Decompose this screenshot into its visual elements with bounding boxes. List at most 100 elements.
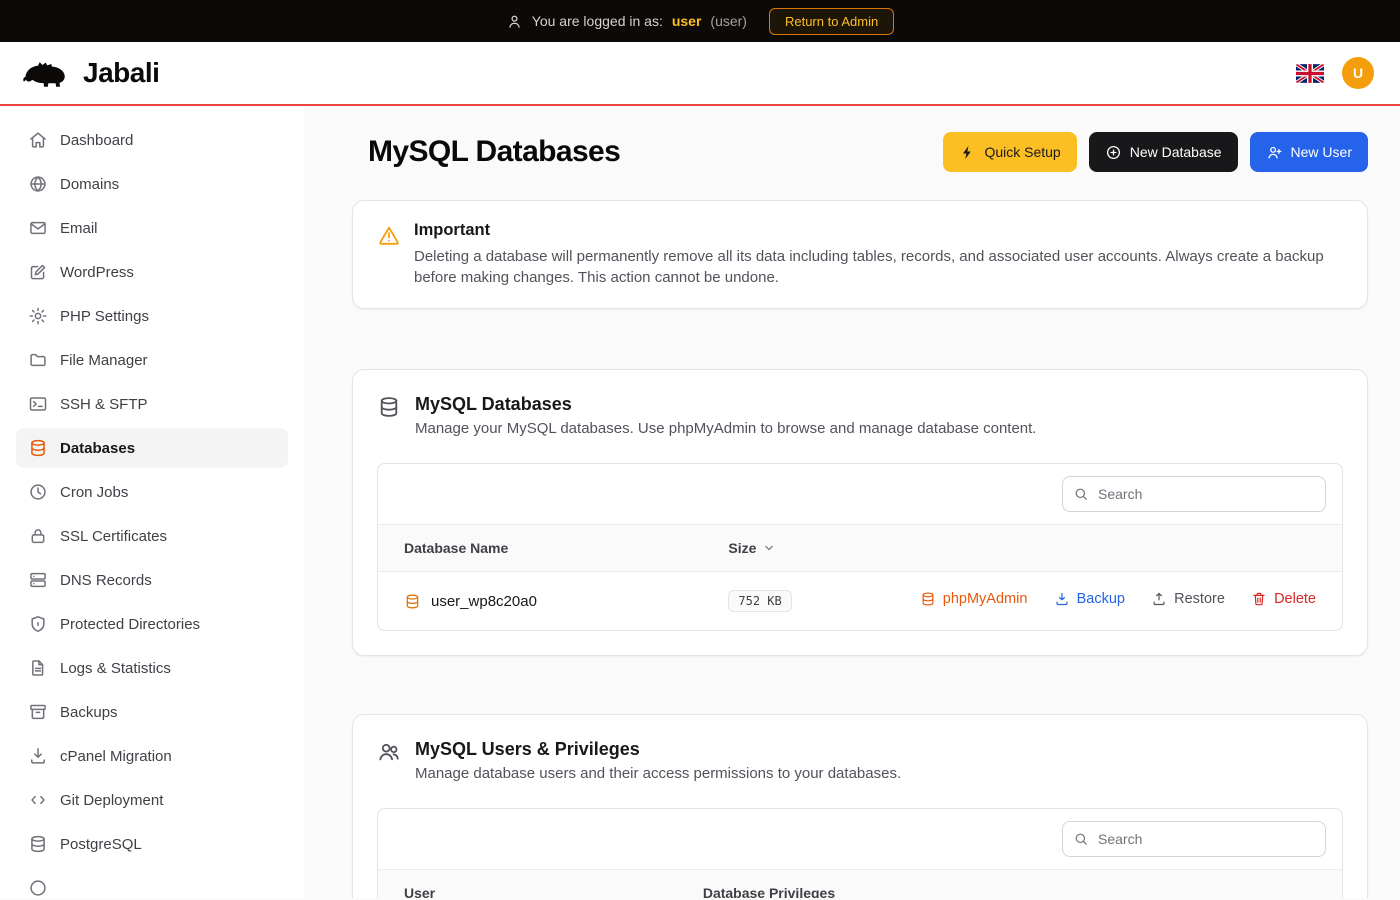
- folder-icon: [28, 350, 48, 370]
- page-title: MySQL Databases: [352, 135, 620, 169]
- impersonation-banner: You are logged in as: user (user) Return…: [0, 0, 1400, 42]
- language-flag-uk-icon[interactable]: [1296, 64, 1324, 83]
- sidebar-item-cron-jobs[interactable]: Cron Jobs: [16, 472, 288, 512]
- databases-section-subtitle: Manage your MySQL databases. Use phpMyAd…: [415, 420, 1036, 437]
- column-header-size[interactable]: Size: [702, 525, 871, 572]
- databases-card: MySQL Databases Manage your MySQL databa…: [352, 369, 1368, 656]
- database-icon: [377, 395, 401, 419]
- users-section-title: MySQL Users & Privileges: [415, 739, 901, 760]
- quick-setup-button[interactable]: Quick Setup: [943, 132, 1076, 172]
- sidebar-item-label: Dashboard: [60, 132, 133, 149]
- gear-icon: [28, 306, 48, 326]
- new-database-button[interactable]: New Database: [1089, 132, 1238, 172]
- banner-message: You are logged in as:: [532, 13, 663, 29]
- sidebar-item-label: cPanel Migration: [60, 748, 172, 765]
- sidebar-item-label: Git Deployment: [60, 792, 163, 809]
- sidebar: Dashboard Domains Email WordPress PHP Se…: [0, 106, 304, 898]
- delete-link[interactable]: Delete: [1251, 591, 1316, 607]
- sidebar-item-dns-records[interactable]: DNS Records: [16, 560, 288, 600]
- trash-icon: [1251, 591, 1267, 607]
- databases-section-title: MySQL Databases: [415, 394, 1036, 415]
- sidebar-item-ssl-certificates[interactable]: SSL Certificates: [16, 516, 288, 556]
- lightning-icon: [959, 144, 976, 161]
- download-icon: [28, 746, 48, 766]
- sidebar-item-databases[interactable]: Databases: [16, 428, 288, 468]
- users-card: MySQL Users & Privileges Manage database…: [352, 714, 1368, 898]
- column-header-database-name: Database Name: [378, 525, 702, 572]
- users-table-panel: User Database Privileges: [377, 808, 1343, 898]
- column-header-actions: [872, 525, 1342, 572]
- users-icon: [377, 740, 401, 764]
- database-icon: [28, 834, 48, 854]
- sidebar-item-email[interactable]: Email: [16, 208, 288, 248]
- phpmyadmin-link[interactable]: phpMyAdmin: [920, 591, 1028, 607]
- user-avatar[interactable]: U: [1342, 57, 1374, 89]
- users-section-subtitle: Manage database users and their access p…: [415, 765, 901, 782]
- document-icon: [28, 658, 48, 678]
- sidebar-item-protected-directories[interactable]: Protected Directories: [16, 604, 288, 644]
- circle-icon: [28, 878, 48, 898]
- sidebar-item-domains[interactable]: Domains: [16, 164, 288, 204]
- banner-role: (user): [710, 13, 747, 29]
- sidebar-item-cpanel-migration[interactable]: cPanel Migration: [16, 736, 288, 776]
- sidebar-item-label: PHP Settings: [60, 308, 149, 325]
- warning-body: Deleting a database will permanently rem…: [414, 247, 1343, 288]
- sidebar-item-wordpress[interactable]: WordPress: [16, 252, 288, 292]
- main-content: MySQL Databases Quick Setup New Database…: [304, 106, 1400, 898]
- sidebar-item-ssh-sftp[interactable]: SSH & SFTP: [16, 384, 288, 424]
- column-header-user: User: [378, 870, 677, 898]
- sidebar-item-label: Domains: [60, 176, 119, 193]
- sidebar-item-label: Backups: [60, 704, 118, 721]
- sidebar-item-label: Email: [60, 220, 98, 237]
- sidebar-item-logs-statistics[interactable]: Logs & Statistics: [16, 648, 288, 688]
- sidebar-item-label: Protected Directories: [60, 616, 200, 633]
- column-header-database-privileges: Database Privileges: [677, 870, 1342, 898]
- server-icon: [28, 570, 48, 590]
- return-to-admin-button[interactable]: Return to Admin: [769, 8, 894, 35]
- sidebar-item-label: SSH & SFTP: [60, 396, 148, 413]
- sidebar-item-dashboard[interactable]: Dashboard: [16, 120, 288, 160]
- database-table-row: user_wp8c20a0 752 KB phpMyAdmin: [378, 572, 1342, 631]
- brand[interactable]: Jabali: [22, 54, 159, 92]
- pencil-square-icon: [28, 262, 48, 282]
- new-user-button[interactable]: New User: [1250, 132, 1368, 172]
- app-header: Jabali U: [0, 42, 1400, 106]
- databases-search-input[interactable]: [1062, 476, 1326, 512]
- databases-table: Database Name Size: [378, 524, 1342, 630]
- restore-link[interactable]: Restore: [1151, 591, 1225, 607]
- user-plus-icon: [1266, 144, 1283, 161]
- home-icon: [28, 130, 48, 150]
- clock-icon: [28, 482, 48, 502]
- sidebar-item-git-deployment[interactable]: Git Deployment: [16, 780, 288, 820]
- sidebar-item-file-manager[interactable]: File Manager: [16, 340, 288, 380]
- sidebar-item-partial[interactable]: [16, 868, 288, 898]
- database-name: user_wp8c20a0: [431, 593, 537, 610]
- sidebar-item-postgresql[interactable]: PostgreSQL: [16, 824, 288, 864]
- sidebar-item-label: Logs & Statistics: [60, 660, 171, 677]
- search-icon: [1073, 831, 1089, 847]
- database-icon: [28, 438, 48, 458]
- brand-name: Jabali: [83, 57, 159, 89]
- sidebar-item-label: WordPress: [60, 264, 134, 281]
- mail-icon: [28, 218, 48, 238]
- arrow-down-tray-icon: [1054, 591, 1070, 607]
- database-icon: [404, 593, 421, 610]
- warning-title: Important: [414, 221, 1343, 240]
- sidebar-item-backups[interactable]: Backups: [16, 692, 288, 732]
- database-size-badge: 752 KB: [728, 590, 791, 612]
- sidebar-item-label: Databases: [60, 440, 135, 457]
- sidebar-item-php-settings[interactable]: PHP Settings: [16, 296, 288, 336]
- backup-link[interactable]: Backup: [1054, 591, 1125, 607]
- search-icon: [1073, 486, 1089, 502]
- users-search-input[interactable]: [1062, 821, 1326, 857]
- code-icon: [28, 790, 48, 810]
- sidebar-item-label: SSL Certificates: [60, 528, 167, 545]
- globe-icon: [28, 174, 48, 194]
- arrow-up-tray-icon: [1151, 591, 1167, 607]
- sidebar-item-label: File Manager: [60, 352, 148, 369]
- databases-table-panel: Database Name Size: [377, 463, 1343, 631]
- boar-logo-icon: [22, 54, 74, 92]
- sidebar-item-label: Cron Jobs: [60, 484, 128, 501]
- plus-circle-icon: [1105, 144, 1122, 161]
- person-icon: [506, 13, 523, 30]
